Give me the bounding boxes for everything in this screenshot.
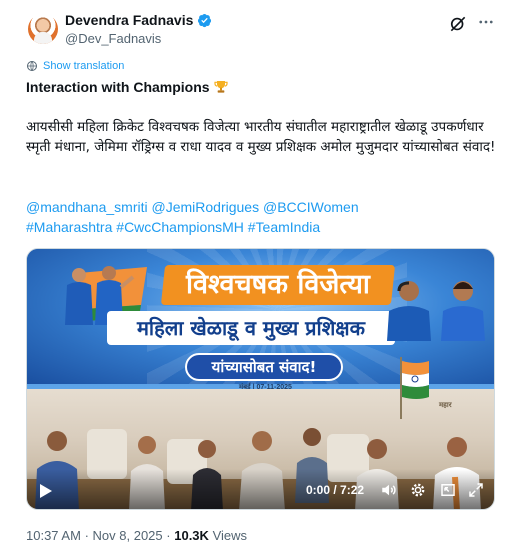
- settings-icon[interactable]: [409, 481, 427, 499]
- video-time: 0:00 / 7:22: [306, 483, 365, 497]
- video-player[interactable]: विश्वचषक विजेत्या महिला खेळाडू व मुख्य प…: [26, 248, 495, 510]
- show-translation-label: Show translation: [43, 60, 125, 72]
- grok-icon[interactable]: [448, 14, 468, 34]
- author-name-row: Devendra Fadnavis: [65, 12, 212, 28]
- banner-title-line2: महिला खेळाडू व मुख्य प्रशिक्षक: [107, 311, 395, 345]
- banner-title-line3: यांच्यासोबत संवाद!: [185, 353, 343, 381]
- author-handle[interactable]: @Dev_Fadnavis: [65, 31, 161, 46]
- show-translation-link[interactable]: Show translation: [26, 60, 124, 72]
- hashtag-link[interactable]: #Maharashtra: [26, 219, 112, 235]
- hashtag-link[interactable]: #CwcChampionsMH: [116, 219, 244, 235]
- mentions-row: @mandhana_smriti @JemiRodrigues @BCCIWom…: [26, 197, 500, 217]
- globe-icon: [27, 61, 37, 71]
- separator-dot: ·: [166, 528, 171, 543]
- more-options-icon[interactable]: [474, 10, 498, 34]
- banner-title-line1: विश्वचषक विजेत्या: [160, 265, 396, 305]
- views-label: Views: [212, 528, 248, 543]
- volume-icon[interactable]: [380, 481, 398, 499]
- picture-in-picture-icon[interactable]: [439, 481, 457, 499]
- tweet-metadata: 10:37 AM · Nov 8, 2025 · 10.3K Views: [26, 528, 247, 543]
- tweet-links: @mandhana_smriti @JemiRodrigues @BCCIWom…: [26, 197, 500, 237]
- avatar[interactable]: [28, 14, 58, 44]
- author-display-name[interactable]: Devendra Fadnavis: [65, 12, 193, 28]
- post-date[interactable]: Nov 8, 2025: [93, 528, 163, 543]
- coach-and-player-image: [387, 281, 485, 341]
- mention-link[interactable]: @mandhana_smriti: [26, 199, 148, 215]
- tweet-header: Devendra Fadnavis @Dev_Fadnavis: [24, 10, 500, 50]
- separator-dot: ·: [84, 528, 89, 543]
- hashtag-link[interactable]: #TeamIndia: [248, 219, 320, 235]
- mention-link[interactable]: @BCCIWomen: [263, 199, 359, 215]
- mention-link[interactable]: @JemiRodrigues: [152, 199, 260, 215]
- post-time[interactable]: 10:37 AM: [26, 528, 81, 543]
- trophy-icon: [214, 81, 229, 93]
- video-controls-bar: 0:00 / 7:22: [27, 469, 494, 509]
- verified-badge-icon[interactable]: [197, 13, 212, 28]
- play-icon[interactable]: [39, 483, 53, 499]
- tweet-body: आयसीसी महिला क्रिकेट विश्वचषक विजेत्या भ…: [26, 119, 496, 155]
- fullscreen-icon[interactable]: [467, 481, 485, 499]
- tweet-title: Interaction with Champions: [26, 77, 500, 97]
- hashtags-row: #Maharashtra #CwcChampionsMH #TeamIndia: [26, 217, 500, 237]
- views-count: 10.3K: [174, 528, 209, 543]
